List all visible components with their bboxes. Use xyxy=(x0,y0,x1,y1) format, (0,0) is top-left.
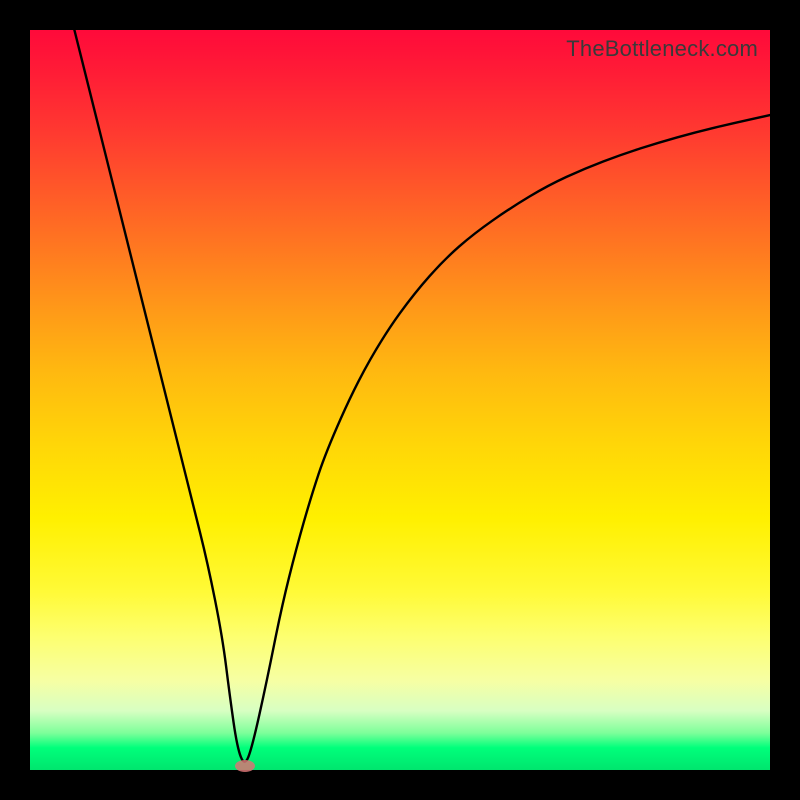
minimum-marker xyxy=(235,760,255,772)
chart-plot-area: TheBottleneck.com xyxy=(30,30,770,770)
bottleneck-curve xyxy=(30,30,770,770)
